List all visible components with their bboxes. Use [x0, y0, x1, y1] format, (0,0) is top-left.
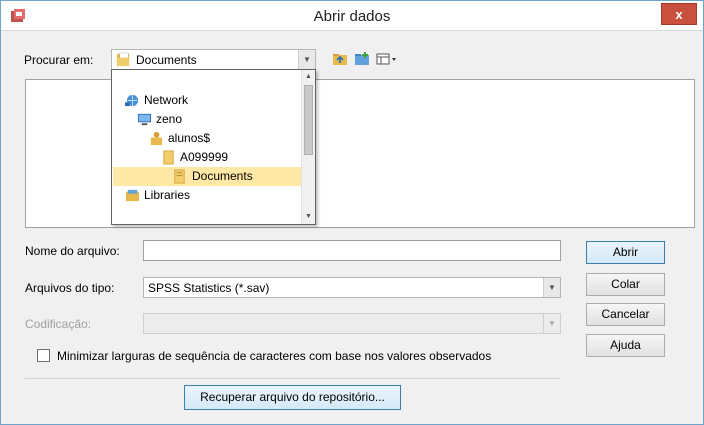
filetype-select[interactable]: SPSS Statistics (*.sav) ▼ [143, 277, 561, 298]
open-data-dialog: Abrir dados x Procurar em: Documents ▼ N… [0, 0, 704, 425]
look-in-label: Procurar em: [24, 53, 94, 67]
documents-folder-icon [174, 169, 185, 184]
filetype-value: SPSS Statistics (*.sav) [148, 281, 270, 295]
up-folder-icon[interactable] [332, 51, 348, 67]
filetype-label: Arquivos do tipo: [25, 281, 115, 295]
chevron-down-icon[interactable]: ▼ [298, 50, 315, 69]
paste-button[interactable]: Colar [586, 273, 665, 296]
retrieve-from-repository-button[interactable]: Recuperar arquivo do repositório... [184, 385, 401, 410]
title-bar: Abrir dados x [1, 1, 703, 31]
dropdown-item-libraries[interactable]: Libraries [124, 186, 190, 205]
dropdown-item-documents[interactable]: Documents [113, 167, 303, 186]
close-button[interactable]: x [661, 3, 697, 25]
filename-input[interactable] [143, 240, 561, 261]
minimize-widths-checkbox[interactable] [37, 349, 50, 362]
dropdown-item-network[interactable]: Network [124, 91, 188, 110]
look-in-value: Documents [136, 53, 197, 67]
network-icon [125, 94, 139, 107]
view-menu-icon[interactable] [376, 51, 398, 67]
help-button[interactable]: Ajuda [586, 334, 665, 357]
look-in-combo[interactable]: Documents ▼ [111, 49, 316, 70]
separator [25, 378, 561, 379]
scroll-thumb[interactable] [304, 85, 313, 155]
dropdown-item-a099999[interactable]: A099999 [160, 148, 228, 167]
cancel-button[interactable]: Cancelar [586, 303, 665, 326]
scroll-up-icon[interactable]: ▲ [302, 70, 315, 84]
open-button[interactable]: Abrir [586, 241, 665, 264]
look-in-dropdown-list: Network zeno alunos$ A099999 Documents L… [111, 69, 316, 225]
user-folder-icon [150, 131, 163, 146]
dropdown-scrollbar[interactable]: ▲ ▼ [301, 70, 315, 224]
libraries-icon [125, 189, 140, 202]
chevron-down-icon: ▼ [543, 314, 560, 333]
window-title: Abrir dados [313, 8, 391, 25]
scroll-down-icon[interactable]: ▼ [302, 210, 315, 224]
minimize-widths-label[interactable]: Minimizar larguras de sequência de carac… [57, 349, 491, 363]
new-folder-icon[interactable] [354, 51, 370, 67]
documents-folder-icon [116, 52, 130, 67]
folder-icon [163, 150, 174, 165]
filename-label: Nome do arquivo: [25, 244, 120, 258]
dropdown-item-alunos[interactable]: alunos$ [148, 129, 210, 148]
dropdown-item-zeno[interactable]: zeno [136, 110, 182, 129]
computer-icon [137, 113, 152, 126]
encoding-select: ▼ [143, 313, 561, 334]
chevron-down-icon[interactable]: ▼ [543, 278, 560, 297]
encoding-label: Codificação: [25, 317, 92, 331]
